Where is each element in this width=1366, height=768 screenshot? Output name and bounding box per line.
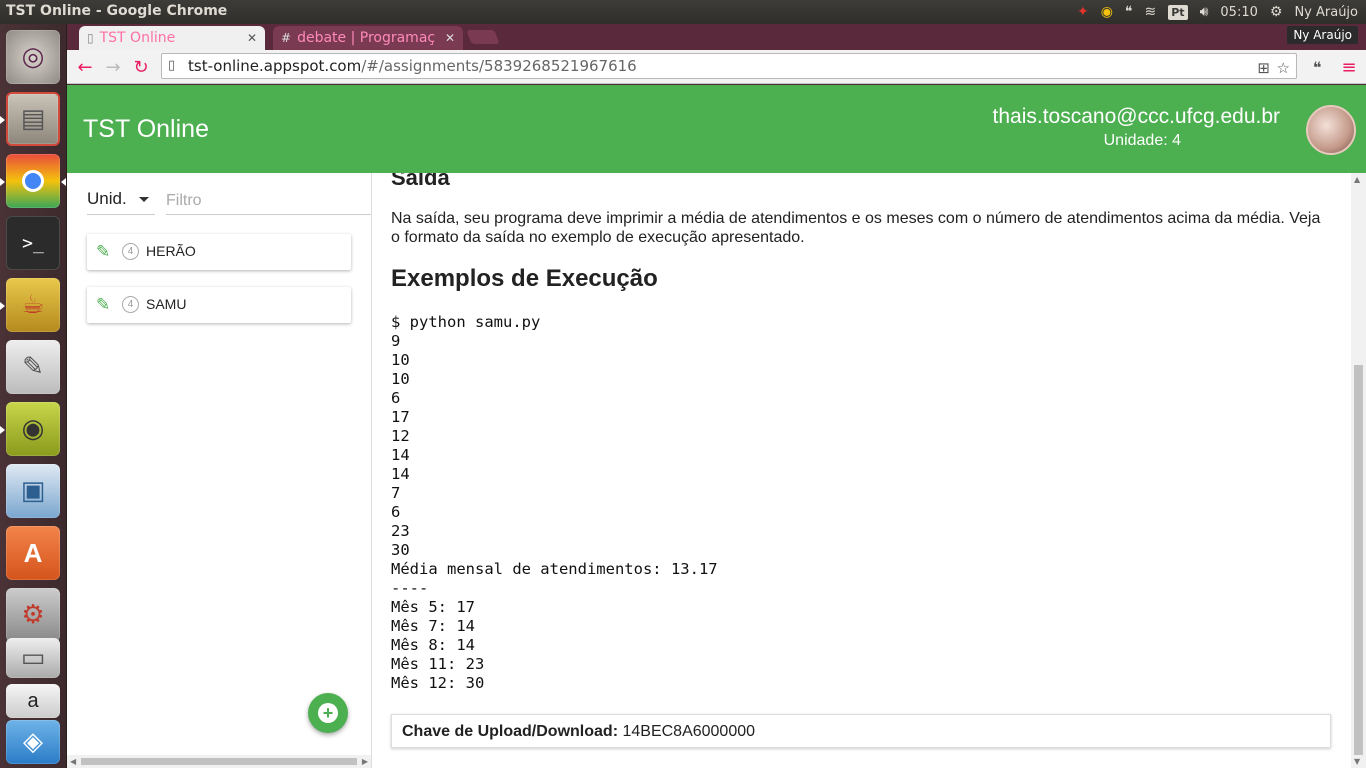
unit-select[interactable]: Unid.	[87, 189, 155, 215]
unit-badge: 4	[122, 243, 139, 260]
files-icon[interactable]: ▤	[6, 92, 60, 146]
drive-icon[interactable]: ▭	[6, 638, 60, 678]
back-button[interactable]: ←	[73, 55, 97, 79]
launcher-running-indicator	[0, 302, 5, 310]
pencil-icon[interactable]: ✎	[96, 295, 110, 315]
hashtag-icon: #	[281, 31, 292, 45]
add-assignment-button[interactable]: +	[308, 693, 348, 733]
assignment-label: HERÃO	[146, 243, 196, 259]
launcher-focused-indicator	[61, 178, 66, 186]
upload-key-box: Chave de Upload/Download: 14BEC8A6000000	[391, 714, 1331, 748]
upload-key-label: Chave de Upload/Download:	[402, 723, 619, 740]
unity-launcher: ◎ ▤ >_ ☕︎ ✎ ◉ ▣ A ⚙ ▭ a ◈	[0, 24, 67, 768]
example-code-block: $ python samu.py 9 10 10 6 17 12 14 14 7…	[391, 313, 718, 692]
section-title: Saída	[391, 173, 450, 190]
session-user-name[interactable]: Ny Araújo	[1294, 5, 1358, 20]
tab-debate[interactable]: # debate | Programaç ✕	[273, 26, 463, 50]
unit-badge: 4	[122, 296, 139, 313]
wifi-icon[interactable]: ≋	[1145, 0, 1157, 24]
examples-title: Exemplos de Execução	[391, 265, 658, 292]
profile-button[interactable]: Ny Araújo	[1287, 26, 1358, 44]
assignment-content: Saída Na saída, seu programa deve imprim…	[373, 173, 1351, 768]
tab-label: TST Online	[99, 30, 176, 46]
system-top-panel: TST Online - Google Chrome ✦ ◉ ❝ ≋ Pt 🔊︎…	[0, 0, 1366, 24]
keyboard-layout-indicator[interactable]: Pt	[1168, 4, 1188, 20]
tab-strip: ▯ TST Online ✕ # debate | Programaç ✕ Ny…	[67, 24, 1366, 50]
audio-player-icon[interactable]: ◉	[6, 402, 60, 456]
scrollbar-thumb[interactable]	[1354, 365, 1363, 755]
pencil-icon[interactable]: ✎	[96, 242, 110, 262]
forward-button[interactable]: →	[101, 55, 125, 79]
page-icon: ▯	[87, 31, 94, 45]
scroll-left-icon[interactable]: ◀	[70, 757, 76, 766]
browser-window: ▯ TST Online ✕ # debate | Programaç ✕ Ny…	[67, 24, 1366, 768]
close-icon[interactable]: ✕	[247, 31, 257, 45]
chrome-icon[interactable]	[6, 154, 60, 208]
chat-icon[interactable]: ❝	[1125, 0, 1133, 24]
upload-key-value[interactable]: 14BEC8A6000000	[622, 723, 755, 740]
teapot-icon[interactable]: ☕︎	[6, 278, 60, 332]
vertical-scrollbar[interactable]: ▲ ▼	[1351, 173, 1366, 768]
gear-icon[interactable]: ⚙	[1270, 0, 1283, 24]
layers-icon[interactable]: ◈	[6, 720, 60, 764]
reload-button[interactable]: ↻	[129, 55, 153, 79]
page-content: TST Online thais.toscano@ccc.ufcg.edu.br…	[67, 85, 1366, 768]
scrollbar-thumb[interactable]	[81, 758, 357, 765]
bookmark-star-icon[interactable]: ☆	[1277, 59, 1290, 77]
menu-icon[interactable]: ≡	[1337, 55, 1361, 79]
chrome-tray-icon[interactable]: ◉	[1101, 0, 1113, 24]
assignments-sidebar: Unid. ✎ 4 HERÃO ✎ 4 SAMU + ◀ ▶	[67, 173, 372, 768]
avatar[interactable]	[1306, 105, 1356, 155]
volume-icon[interactable]: 🔊︎	[1200, 0, 1209, 24]
plus-icon: +	[318, 703, 338, 723]
new-tab-button[interactable]	[466, 30, 500, 44]
url-host: tst-online.appspot.com	[188, 57, 362, 75]
page-icon: ▯	[168, 58, 176, 73]
launcher-running-indicator	[0, 178, 5, 186]
close-icon[interactable]: ✕	[445, 31, 455, 45]
scroll-down-icon[interactable]: ▼	[1354, 757, 1360, 766]
user-unit: Unidade: 4	[1103, 132, 1181, 149]
assignment-label: SAMU	[146, 296, 187, 312]
launcher-running-indicator	[0, 116, 5, 124]
url-path: /#/assignments/5839268521967616	[361, 57, 637, 75]
terminal-icon[interactable]: >_	[6, 216, 60, 270]
assignment-card[interactable]: ✎ 4 HERÃO	[87, 234, 351, 270]
scroll-up-icon[interactable]: ▲	[1354, 175, 1360, 184]
tab-tst-online[interactable]: ▯ TST Online ✕	[79, 26, 265, 50]
system-settings-icon[interactable]: ⚙	[6, 588, 60, 642]
amazon-icon[interactable]: a	[6, 684, 60, 718]
indicator-area: ✦ ◉ ❝ ≋ Pt 🔊︎ 05:10 ⚙ Ny Araújo	[1077, 0, 1358, 24]
text-editor-icon[interactable]: ✎	[6, 340, 60, 394]
image-viewer-icon[interactable]: ▣	[6, 464, 60, 518]
app-title[interactable]: TST Online	[83, 115, 209, 144]
software-center-icon[interactable]: A	[6, 526, 60, 580]
scroll-right-icon[interactable]: ▶	[362, 757, 368, 766]
translate-icon[interactable]: ⊞	[1257, 59, 1270, 77]
tab-label: debate | Programaç	[297, 30, 436, 46]
section-text: Na saída, seu programa deve imprimir a m…	[391, 210, 1321, 246]
filter-input[interactable]	[166, 187, 371, 215]
app-header: TST Online thais.toscano@ccc.ufcg.edu.br…	[67, 85, 1366, 173]
ubuntu-dash-icon[interactable]: ◎	[6, 30, 60, 84]
assignment-card[interactable]: ✎ 4 SAMU	[87, 287, 351, 323]
unit-select-value: Unid.	[87, 189, 127, 208]
address-bar[interactable]: ▯ tst-online.appspot.com/#/assignments/5…	[161, 53, 1297, 79]
dropbox-icon[interactable]: ✦	[1077, 0, 1089, 24]
user-email: thais.toscano@ccc.ufcg.edu.br	[992, 105, 1280, 128]
extension-icon[interactable]: ❝	[1305, 55, 1329, 79]
window-title: TST Online - Google Chrome	[6, 3, 228, 19]
clock[interactable]: 05:10	[1220, 5, 1257, 20]
launcher-running-indicator	[0, 426, 5, 434]
browser-toolbar: ← → ↻ ▯ tst-online.appspot.com/#/assignm…	[67, 50, 1366, 84]
chevron-down-icon	[139, 197, 149, 202]
horizontal-scrollbar[interactable]: ◀ ▶	[67, 755, 371, 768]
